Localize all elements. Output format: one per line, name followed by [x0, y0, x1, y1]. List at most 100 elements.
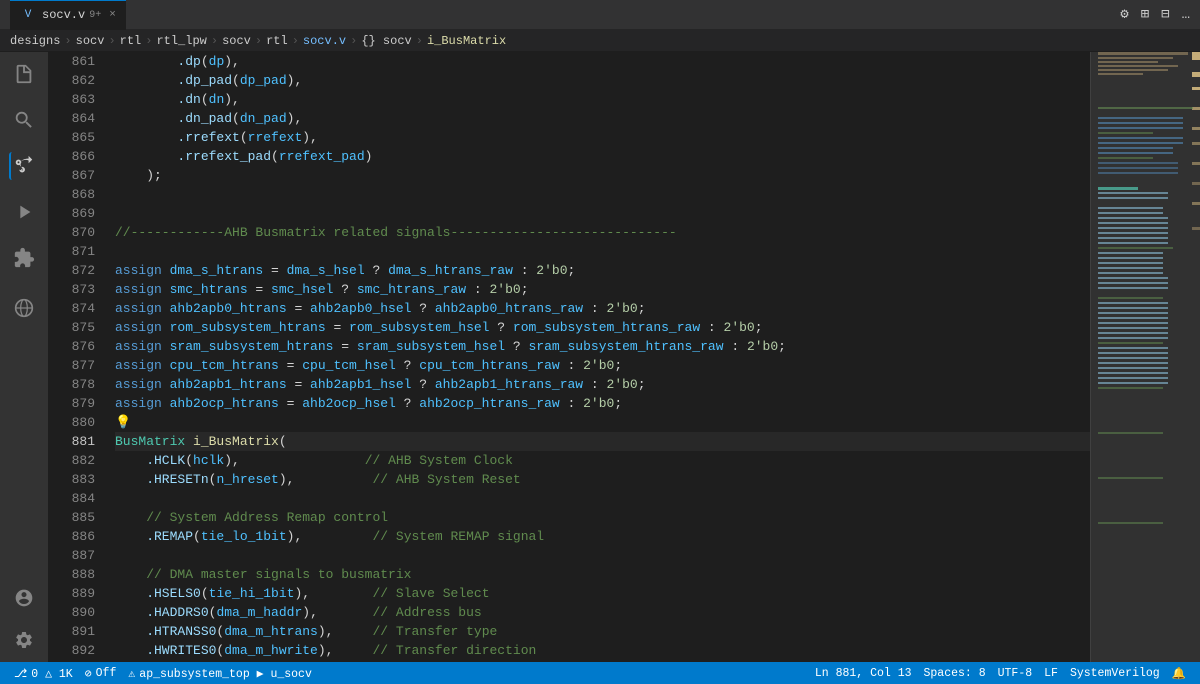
encoding-label: UTF-8 [998, 667, 1033, 680]
code-line-884 [115, 489, 1090, 508]
minimap [1090, 52, 1200, 662]
spaces-label: Spaces: 8 [924, 667, 986, 680]
line-num-867: 867 [48, 166, 95, 185]
tab-close-button[interactable]: × [109, 9, 116, 21]
code-line-887 [115, 546, 1090, 565]
branch-icon: ⎇ [14, 666, 27, 681]
minimap-svg [1090, 52, 1200, 662]
breadcrumb-module[interactable]: {} socv [361, 34, 411, 48]
breadcrumb-symbol[interactable]: i_BusMatrix [427, 34, 506, 48]
layout-icon[interactable]: ⊞ [1141, 6, 1149, 23]
title-bar: V socv.v 9+ × ⚙ ⊞ ⊟ … [0, 0, 1200, 30]
split-icon[interactable]: ⊟ [1161, 6, 1169, 23]
bell-icon: 🔔 [1172, 666, 1186, 681]
code-line-888: // DMA master signals to busmatrix [115, 565, 1090, 584]
line-num-888: 888 [48, 565, 95, 584]
code-line-875: assign rom_subsystem_htrans = rom_subsys… [115, 318, 1090, 337]
line-num-876: 876 [48, 337, 95, 356]
language-label: SystemVerilog [1070, 667, 1160, 680]
line-num-884: 884 [48, 489, 95, 508]
status-warning[interactable]: ⚠ ap_subsystem_top ▶ u_socv [122, 662, 318, 684]
line-num-885: 885 [48, 508, 95, 527]
active-tab[interactable]: V socv.v 9+ × [10, 0, 126, 30]
code-line-867: ); [115, 166, 1090, 185]
title-bar-controls: ⚙ ⊞ ⊟ … [1120, 6, 1190, 23]
activity-accounts-icon[interactable] [10, 584, 38, 612]
line-num-877: 877 [48, 356, 95, 375]
status-right: Ln 881, Col 13 Spaces: 8 UTF-8 LF System… [809, 666, 1192, 681]
line-num-861: 861 [48, 52, 95, 71]
line-num-879: 879 [48, 394, 95, 413]
breadcrumb-rtl2[interactable]: rtl [266, 34, 288, 48]
breadcrumb-rtl-lpw[interactable]: rtl_lpw [156, 34, 206, 48]
code-line-885: // System Address Remap control [115, 508, 1090, 527]
breadcrumb-file[interactable]: socv.v [303, 34, 346, 48]
activity-extensions-icon[interactable] [10, 244, 38, 272]
activity-files-icon[interactable] [10, 60, 38, 88]
code-line-883: .HRESETn(n_hreset), // AHB System Reset [115, 470, 1090, 489]
tab-badge: 9+ [89, 10, 101, 21]
status-cursor[interactable]: Ln 881, Col 13 [809, 667, 918, 680]
activity-run-icon[interactable] [10, 198, 38, 226]
code-line-890: .HADDRS0(dma_m_haddr), // Address bus [115, 603, 1090, 622]
line-num-869: 869 [48, 204, 95, 223]
line-num-862: 862 [48, 71, 95, 90]
minimap-content [1090, 52, 1200, 662]
line-num-870: 870 [48, 223, 95, 242]
breadcrumb-rtl[interactable]: rtl [120, 34, 142, 48]
code-line-866: .rrefext_pad(rrefext_pad) [115, 147, 1090, 166]
line-num-880: 880 [48, 413, 95, 432]
activity-remote-icon[interactable] [10, 294, 38, 322]
breadcrumb-designs[interactable]: designs [10, 34, 60, 48]
activity-source-control-icon[interactable] [9, 152, 37, 180]
line-num-868: 868 [48, 185, 95, 204]
activity-bar-bottom [10, 584, 38, 654]
breadcrumb-socv2[interactable]: socv [222, 34, 251, 48]
status-branch[interactable]: ⎇ 0 △ 1K [8, 662, 79, 684]
status-errors[interactable]: ⊘ Off [79, 662, 123, 684]
more-icon[interactable]: … [1182, 7, 1190, 23]
code-line-889: .HSELS0(tie_hi_1bit), // Slave Select [115, 584, 1090, 603]
activity-bar [0, 52, 48, 662]
code-line-871 [115, 242, 1090, 261]
status-bar: ⎇ 0 △ 1K ⊘ Off ⚠ ap_subsystem_top ▶ u_so… [0, 662, 1200, 684]
status-eol[interactable]: LF [1038, 667, 1064, 680]
code-container[interactable]: 861 862 863 864 865 866 867 868 869 870 … [48, 52, 1200, 662]
status-notification[interactable]: 🔔 [1166, 666, 1192, 681]
code-line-865: .rrefext(rrefext), [115, 128, 1090, 147]
warning-text: ap_subsystem_top ▶ u_socv [139, 666, 312, 681]
code-line-861: .dp(dp), [115, 52, 1090, 71]
settings-icon[interactable]: ⚙ [1120, 6, 1128, 23]
status-language[interactable]: SystemVerilog [1064, 667, 1166, 680]
line-numbers: 861 862 863 864 865 866 867 868 869 870 … [48, 52, 103, 662]
code-line-873: assign smc_htrans = smc_hsel ? smc_htran… [115, 280, 1090, 299]
code-area[interactable]: .dp(dp), .dp_pad(dp_pad), .dn(dn), .dn_p… [103, 52, 1090, 662]
eol-label: LF [1044, 667, 1058, 680]
code-line-892: .HWRITES0(dma_m_hwrite), // Transfer dir… [115, 641, 1090, 660]
line-num-871: 871 [48, 242, 95, 261]
line-num-883: 883 [48, 470, 95, 489]
code-line-876: assign sram_subsystem_htrans = sram_subs… [115, 337, 1090, 356]
error-icon: ⊘ [85, 666, 92, 681]
branch-count: 0 △ 1K [31, 666, 72, 681]
activity-settings-icon[interactable] [10, 626, 38, 654]
breadcrumb-socv[interactable]: socv [76, 34, 105, 48]
code-line-868 [115, 185, 1090, 204]
code-line-872: assign dma_s_htrans = dma_s_hsel ? dma_s… [115, 261, 1090, 280]
line-num-864: 864 [48, 109, 95, 128]
code-line-886: .REMAP(tie_lo_1bit), // System REMAP sig… [115, 527, 1090, 546]
status-spaces[interactable]: Spaces: 8 [918, 667, 992, 680]
line-num-886: 886 [48, 527, 95, 546]
code-line-869 [115, 204, 1090, 223]
code-line-877: assign cpu_tcm_htrans = cpu_tcm_hsel ? c… [115, 356, 1090, 375]
code-line-863: .dn(dn), [115, 90, 1090, 109]
status-encoding[interactable]: UTF-8 [992, 667, 1039, 680]
code-line-864: .dn_pad(dn_pad), [115, 109, 1090, 128]
line-num-874: 874 [48, 299, 95, 318]
breadcrumb: designs › socv › rtl › rtl_lpw › socv › … [0, 30, 1200, 52]
line-num-889: 889 [48, 584, 95, 603]
line-num-866: 866 [48, 147, 95, 166]
code-line-891: .HTRANSS0(dma_m_htrans), // Transfer typ… [115, 622, 1090, 641]
activity-search-icon[interactable] [10, 106, 38, 134]
main-area: 861 862 863 864 865 866 867 868 869 870 … [0, 52, 1200, 662]
